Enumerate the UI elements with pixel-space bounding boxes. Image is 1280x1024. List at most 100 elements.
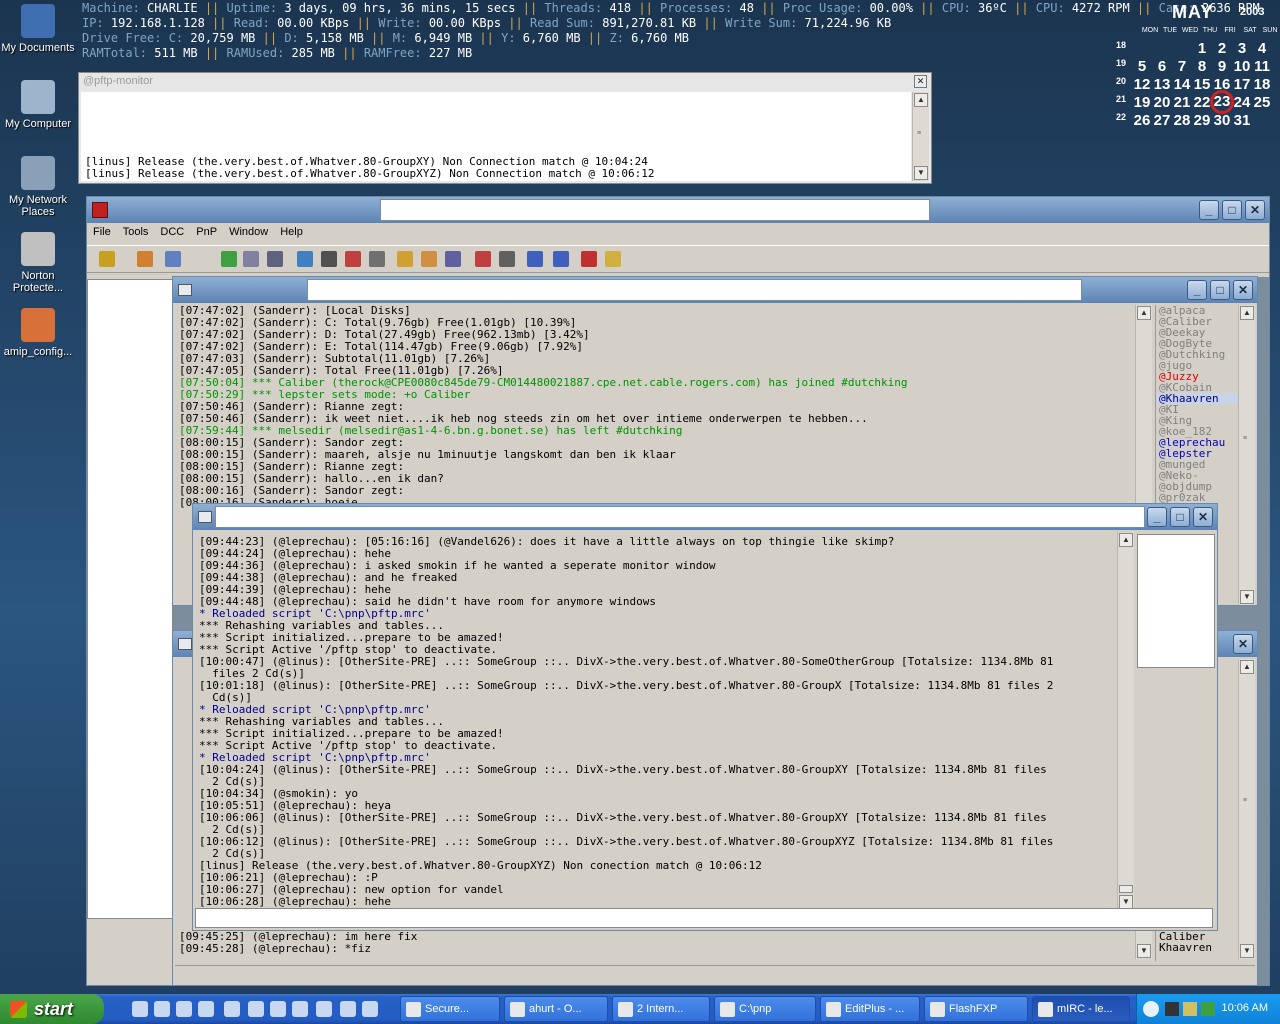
close-icon[interactable]: ✕: [1233, 280, 1253, 300]
desktop-icon[interactable]: My Documents: [0, 4, 76, 54]
quick-launch-icon[interactable]: [224, 1001, 240, 1017]
tray-chevron-icon[interactable]: [1143, 1001, 1159, 1017]
tool-icon[interactable]: [1183, 1002, 1197, 1016]
taskbar-button[interactable]: C:\pnp: [714, 996, 816, 1022]
channel-3-scrollbar[interactable]: ▼: [1135, 931, 1152, 959]
menu-item-tools[interactable]: Tools: [117, 223, 155, 238]
stats-separator: ||: [1006, 1, 1036, 15]
close-icon[interactable]: ✕: [914, 75, 927, 88]
scroll-down-icon[interactable]: ▼: [1119, 895, 1133, 909]
taskbar-button[interactable]: 2 Intern...: [612, 996, 710, 1022]
quick-launch-icon[interactable]: [362, 1001, 378, 1017]
nick-item[interactable]: Khaavren: [1156, 942, 1235, 953]
scroll-up-icon[interactable]: ▲: [1240, 306, 1254, 320]
scroll-up-icon[interactable]: ▲: [1240, 660, 1254, 674]
toolbar-button-icon[interactable]: [581, 251, 597, 267]
toolbar-button-icon[interactable]: [243, 251, 259, 267]
pftp-scrollbar[interactable]: ▲ ≡ ▼: [912, 92, 929, 181]
channel-3-nick-scrollbar[interactable]: ▲ ≡ ▼: [1238, 659, 1255, 959]
clock[interactable]: 10:06 AM: [1222, 1002, 1268, 1014]
taskbar-button[interactable]: ahurt - O...: [504, 996, 608, 1022]
quick-launch-icon[interactable]: [198, 1001, 214, 1017]
nick-item[interactable]: @pr0zak: [1156, 492, 1239, 503]
close-icon[interactable]: ✕: [1193, 507, 1213, 527]
close-icon[interactable]: ✕: [1245, 200, 1265, 220]
menu-item-file[interactable]: File: [87, 223, 117, 238]
quick-launch-icon[interactable]: [248, 1001, 264, 1017]
channel-1-nick-scrollbar[interactable]: ▲ ≡ ▼: [1238, 305, 1255, 605]
channel-1-titlebar[interactable]: _ □ ✕: [173, 277, 1257, 303]
minimize-icon[interactable]: _: [1187, 280, 1207, 300]
scroll-down-icon[interactable]: ▼: [1240, 944, 1254, 958]
network-icon[interactable]: [1165, 1002, 1179, 1016]
toolbar-button-icon[interactable]: [99, 251, 115, 267]
toolbar-button-icon[interactable]: [445, 251, 461, 267]
toolbar-button-icon[interactable]: [605, 251, 621, 267]
scroll-up-icon[interactable]: ▲: [1119, 533, 1133, 547]
menu-item-window[interactable]: Window: [223, 223, 274, 238]
chat-input[interactable]: [195, 908, 1213, 928]
start-button[interactable]: start: [0, 994, 104, 1024]
desktop-icon[interactable]: Norton Protecte...: [0, 232, 76, 294]
maximize-icon[interactable]: □: [1222, 200, 1242, 220]
taskbar-button[interactable]: mIRC - le...: [1032, 996, 1130, 1022]
toolbar-button-icon[interactable]: [527, 251, 543, 267]
toolbar-button-icon[interactable]: [475, 251, 491, 267]
toolbar-button-icon[interactable]: [297, 251, 313, 267]
scroll-down-icon[interactable]: ▼: [1240, 590, 1254, 604]
stats-value: 71,224.96 KB: [804, 16, 892, 30]
channel-3-nicklist[interactable]: Caliber Khaavren: [1155, 931, 1235, 961]
scroll-down-icon[interactable]: ▼: [914, 166, 928, 180]
minimize-icon[interactable]: _: [1147, 507, 1167, 527]
menu-item-help[interactable]: Help: [274, 223, 309, 238]
taskbar-button[interactable]: FlashFXP: [924, 996, 1028, 1022]
stats-separator: ||: [197, 1, 227, 15]
desktop-icon[interactable]: My Computer: [0, 80, 76, 130]
close-icon[interactable]: ✕: [1233, 634, 1253, 654]
maximize-icon[interactable]: □: [1210, 280, 1230, 300]
toolbar-button-icon[interactable]: [165, 251, 181, 267]
channel-2-titlebar[interactable]: _ □ ✕: [193, 504, 1217, 530]
channel-window-active[interactable]: _ □ ✕ [09:44:23] (@leprechau): [05:16:16…: [192, 503, 1218, 931]
quick-launch-icon[interactable]: [292, 1001, 308, 1017]
toolbar-button-icon[interactable]: [321, 251, 337, 267]
toolbar-button-icon[interactable]: [397, 251, 413, 267]
scroll-down-icon[interactable]: ▼: [1137, 944, 1151, 958]
minimize-icon[interactable]: _: [1199, 200, 1219, 220]
scroll-up-icon[interactable]: ▲: [1137, 306, 1151, 320]
toolbar-button-icon[interactable]: [369, 251, 385, 267]
toolbar-button-icon[interactable]: [499, 251, 515, 267]
pftp-monitor-window[interactable]: @pftp-monitor ✕ [linus] Release (the.ver…: [78, 72, 932, 184]
mirc-titlebar[interactable]: _ □ ✕: [87, 197, 1269, 223]
maximize-icon[interactable]: □: [1170, 507, 1190, 527]
taskbar-button[interactable]: EditPlus - ...: [820, 996, 920, 1022]
quick-launch-icon[interactable]: [340, 1001, 356, 1017]
toolbar-button-icon[interactable]: [137, 251, 153, 267]
taskbar-button[interactable]: Secure...: [400, 996, 500, 1022]
channel-2-scrollbar[interactable]: ▲ ▼: [1117, 532, 1134, 910]
quick-launch-icon[interactable]: [154, 1001, 170, 1017]
quick-launch-icon[interactable]: [316, 1001, 332, 1017]
quick-launch-icon[interactable]: [176, 1001, 192, 1017]
calendar-date: 1: [1197, 40, 1207, 57]
quick-launch-icon[interactable]: [132, 1001, 148, 1017]
quick-launch-icon[interactable]: [270, 1001, 286, 1017]
toolbar-button-icon[interactable]: [221, 251, 237, 267]
toolbar-button-icon[interactable]: [553, 251, 569, 267]
menu-item-pnp[interactable]: PnP: [190, 223, 223, 238]
toolbar-button-icon[interactable]: [345, 251, 361, 267]
mirc-treebar[interactable]: [87, 279, 173, 919]
toolbar-button-icon[interactable]: [421, 251, 437, 267]
scroll-thumb[interactable]: [1119, 885, 1133, 893]
scroll-up-icon[interactable]: ▲: [914, 93, 928, 107]
channel-3-input[interactable]: [175, 965, 1255, 983]
channel-2-nicklist[interactable]: [1137, 534, 1215, 668]
stats-value: 48: [739, 1, 754, 15]
menu-item-dcc[interactable]: DCC: [154, 223, 190, 238]
calendar-date: 8: [1197, 58, 1207, 75]
toolbar-button-icon[interactable]: [267, 251, 283, 267]
desktop-icon[interactable]: amip_config...: [0, 308, 76, 358]
speaker-icon[interactable]: [1201, 1002, 1215, 1016]
desktop-icon[interactable]: My Network Places: [0, 156, 76, 218]
stats-key: Threads:: [544, 1, 610, 15]
